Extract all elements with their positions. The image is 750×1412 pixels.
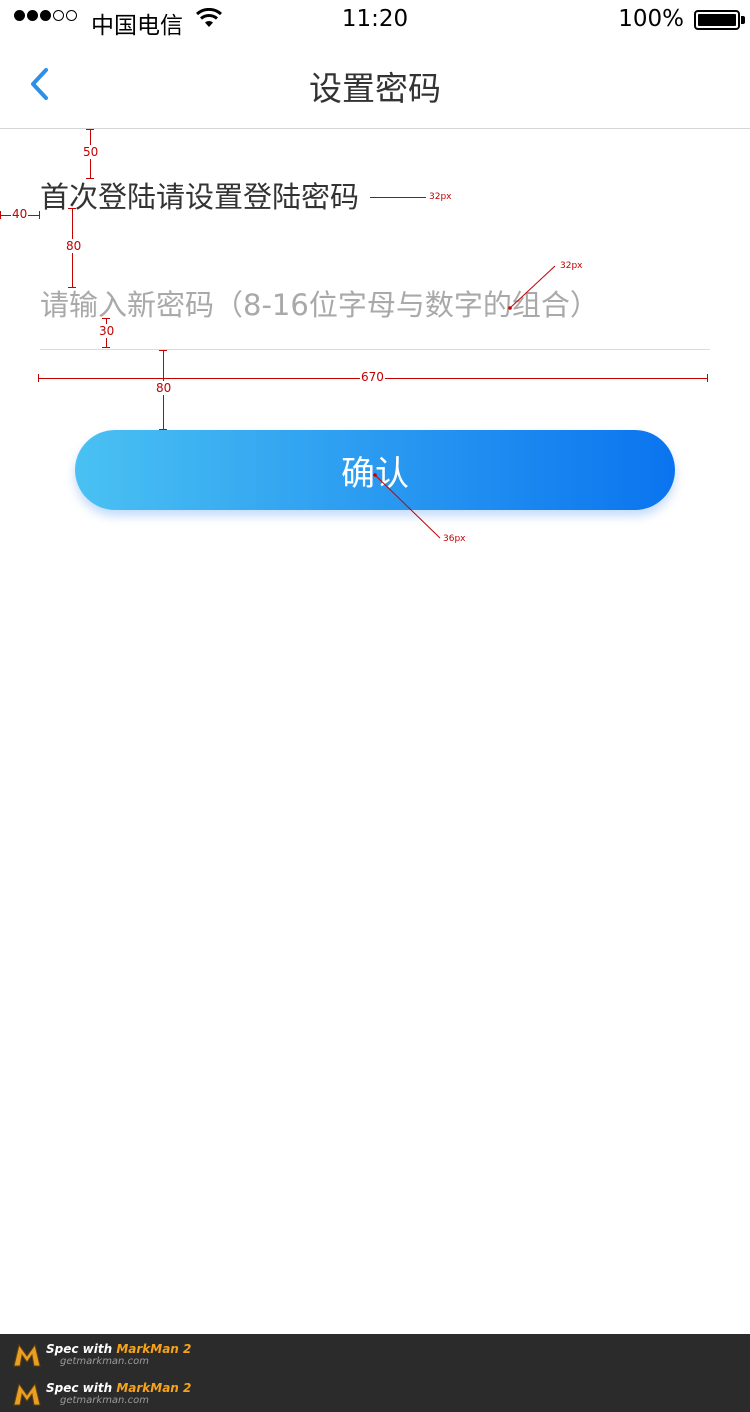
watermark-site: getmarkman.com (60, 1356, 149, 1367)
markman-watermark: Spec with MarkMan 2 getmarkman.com (12, 1377, 191, 1411)
annotation-placeholder-font: 32px (560, 261, 583, 271)
status-bar: 中国电信 11:20 100% (0, 0, 750, 40)
markman-logo-icon (13, 1343, 41, 1367)
battery-icon (694, 10, 740, 30)
watermark-prefix: Spec with (46, 1381, 117, 1395)
battery-percent: 100% (618, 6, 684, 32)
page-title: 设置密码 (309, 69, 441, 108)
watermark-site: getmarkman.com (60, 1395, 149, 1406)
markman-logo-icon (13, 1382, 41, 1406)
annotation-button-leader (373, 473, 441, 539)
annotation-input-button-gap: 80 (155, 381, 173, 395)
navigation-bar: 设置密码 (0, 40, 750, 129)
annotation-prompt-font: 32px (429, 192, 452, 202)
annotation-left-margin: 40 (11, 207, 29, 221)
new-password-field (40, 280, 710, 350)
watermark-brand: MarkMan 2 (116, 1381, 192, 1395)
annotation-prompt-input-gap: 80 (65, 239, 83, 253)
watermark-brand: MarkMan 2 (116, 1342, 192, 1356)
markman-footer: Spec with MarkMan 2 getmarkman.com Spec … (0, 1334, 750, 1412)
first-login-prompt: 首次登陆请设置登陆密码 (40, 180, 360, 214)
watermark-prefix: Spec with (46, 1342, 117, 1356)
new-password-input[interactable] (40, 280, 710, 330)
annotation-input-bottom-gap: 30 (98, 324, 116, 338)
battery-tip (741, 16, 745, 24)
annotation-placeholder-leader (508, 265, 556, 310)
annotation-field-width: 670 (360, 370, 385, 384)
markman-watermark: Spec with MarkMan 2 getmarkman.com (12, 1338, 191, 1372)
annotation-button-font: 36px (443, 534, 466, 544)
annotation-top-gap: 50 (82, 145, 100, 159)
